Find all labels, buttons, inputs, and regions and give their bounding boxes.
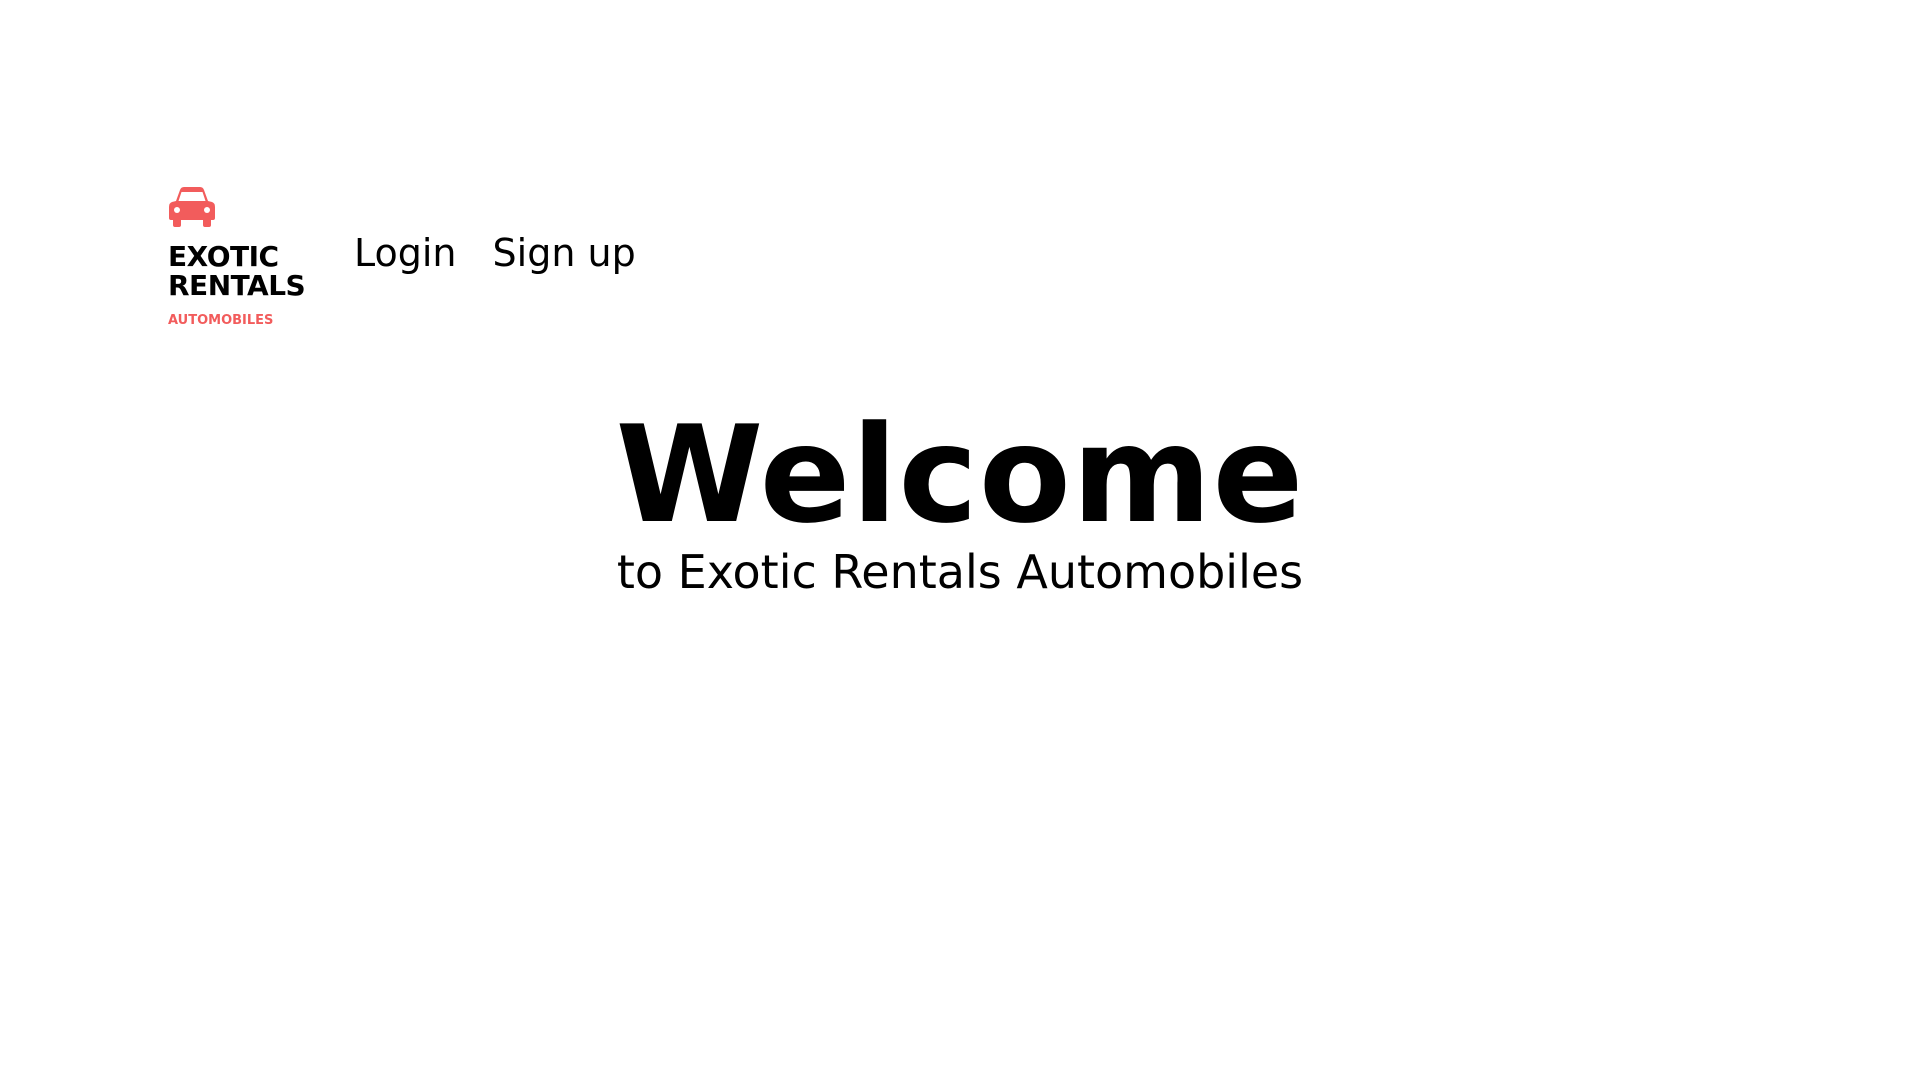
logo-text-exotic: EXOTIC: [168, 240, 279, 273]
hero-section: Welcome to Exotic Rentals Automobiles: [0, 400, 1920, 600]
logo-text-rentals: RENTALS: [168, 269, 306, 302]
welcome-subtitle: to Exotic Rentals Automobiles: [616, 545, 1304, 599]
brand-logo[interactable]: EXOTIC RENTALS AUTOMOBILES: [168, 186, 308, 328]
login-link[interactable]: Login: [354, 231, 457, 275]
main-nav: Login Sign up: [354, 231, 636, 275]
site-header: EXOTIC RENTALS AUTOMOBILES Login Sign up: [168, 186, 636, 328]
logo-text-automobiles: AUTOMOBILES: [168, 313, 274, 328]
car-icon: [169, 187, 215, 227]
signup-link[interactable]: Sign up: [493, 231, 636, 275]
welcome-heading: Welcome: [615, 397, 1305, 553]
